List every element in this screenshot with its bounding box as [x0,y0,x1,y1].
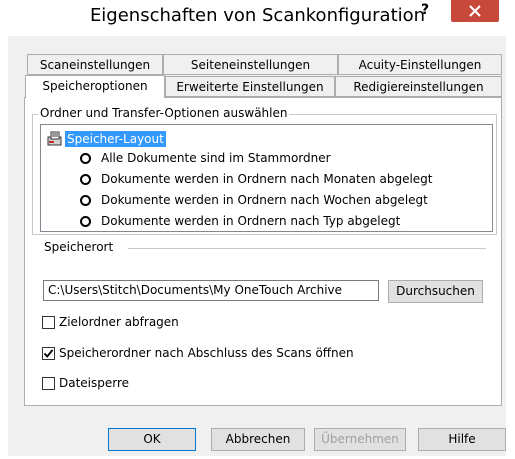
radio-option-wochen[interactable]: Dokumente werden in Ordnern nach Wochen … [80,191,428,209]
scanner-document-icon [47,131,62,146]
window-title: Eigenschaften von Scankonfiguration [89,5,426,26]
radio-option-typ[interactable]: Dokumente werden in Ordnern nach Typ abg… [80,212,400,230]
browse-button[interactable]: Durchsuchen [388,280,483,303]
checkbox-zielordner-abfragen[interactable]: Zielordner abfragen [42,314,179,330]
radio-icon [80,173,91,185]
storage-path-field[interactable]: C:\Users\Stitch\Documents\My OneTouch Ar… [43,280,379,301]
help-button[interactable]: Hilfe [418,428,506,451]
cancel-button[interactable]: Abbrechen [211,428,305,451]
help-question-button[interactable]: ? [418,3,432,17]
tab-erweiterte-einstellungen[interactable]: Erweiterte Einstellungen [165,76,335,97]
radio-option-monate[interactable]: Dokumente werden in Ordnern nach Monaten… [80,170,433,188]
tab-speicheroptionen[interactable]: Speicheroptionen [25,75,165,98]
radio-label: Dokumente werden in Ordnern nach Monaten… [101,172,433,186]
title-bar: Eigenschaften von Scankonfiguration ? [0,0,515,36]
checkbox-label: Zielordner abfragen [59,315,179,329]
apply-button[interactable]: Übernehmen [314,428,406,451]
checkbox-box [42,376,55,390]
tab-scaneinstellungen[interactable]: Scaneinstellungen [27,54,163,75]
radio-label: Alle Dokumente sind im Stammordner [101,151,331,165]
radio-label: Dokumente werden in Ordnern nach Typ abg… [101,214,401,228]
checkbox-speicherordner-oeffnen[interactable]: Speicherordner nach Abschluss des Scans … [42,345,354,361]
close-button[interactable] [451,0,499,22]
tab-redigiereinstellungen[interactable]: Redigiereinstellungen [335,76,502,97]
separator-line [128,248,486,249]
radio-icon [80,152,91,164]
checkbox-label: Dateisperre [59,376,130,390]
tab-seiteneinstellungen[interactable]: Seiteneinstellungen [163,54,338,75]
tree-root-item[interactable]: Speicher-Layout [47,131,166,147]
tree-root-label: Speicher-Layout [65,131,166,147]
group-label: Ordner und Transfer-Optionen auswählen [38,106,290,120]
radio-option-stammordner[interactable]: Alle Dokumente sind im Stammordner [80,149,331,167]
tab-acuity-einstellungen[interactable]: Acuity-Einstellungen [338,54,502,75]
checkmark-icon [43,348,54,358]
radio-icon [80,194,91,206]
storage-location-label: Speicherort [44,240,114,254]
radio-label: Dokumente werden in Ordnern nach Wochen … [101,193,428,207]
checkbox-box [42,346,55,360]
ok-button[interactable]: OK [108,428,196,451]
checkbox-label: Speicherordner nach Abschluss des Scans … [59,346,354,360]
checkbox-box [42,315,55,329]
radio-icon [80,215,91,227]
checkbox-dateisperre[interactable]: Dateisperre [42,375,129,391]
close-icon [469,5,481,17]
dialog-window: Eigenschaften von Scankonfiguration ? Sc… [0,0,515,459]
